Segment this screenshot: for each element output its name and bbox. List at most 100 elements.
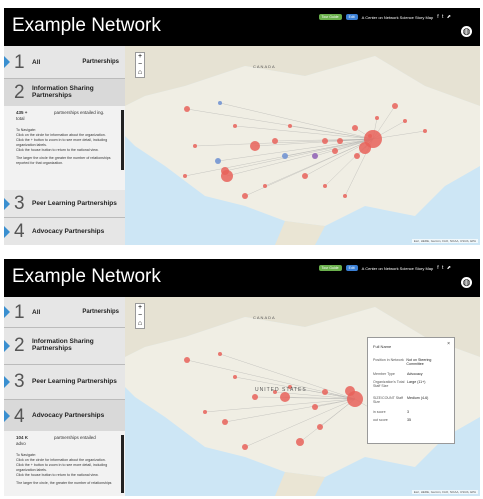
section-all[interactable]: 1 All Partnerships xyxy=(4,46,125,79)
section-advocacy[interactable]: 4 Advocacy Partnerships xyxy=(4,400,125,433)
section-number: 3 xyxy=(14,193,25,214)
section-number: 4 xyxy=(14,221,25,242)
network-node xyxy=(193,144,197,148)
popup-value: Medium (4-6) xyxy=(407,396,429,400)
section-label: Peer Learning Partnerships xyxy=(32,378,117,385)
tour-badge[interactable]: Tour Guide xyxy=(318,14,342,20)
section-label: Information Sharing Partnerships xyxy=(32,338,94,352)
section-label: All xyxy=(32,59,41,66)
arrow-icon xyxy=(4,376,10,388)
section-number: 2 xyxy=(14,335,25,356)
network-node xyxy=(184,106,190,112)
section-info-sharing[interactable]: 2 Information Sharing Partnerships xyxy=(4,328,125,365)
app-title: Example Network xyxy=(12,266,161,287)
network-node xyxy=(332,148,338,154)
social-icons[interactable]: f t ⬈ xyxy=(437,265,452,271)
network-map[interactable]: + − ⌂ CANADA Esri, HERE, Garmin, FAO, NO… xyxy=(125,46,480,245)
header-actions: Tour Guide Edit A Center on Network Scie… xyxy=(318,265,453,271)
section-label: All xyxy=(32,309,41,316)
close-icon[interactable]: × xyxy=(447,341,450,347)
network-node xyxy=(392,103,398,109)
navigate-help: To Navigate: Click on the circle for inf… xyxy=(16,453,116,486)
network-node xyxy=(221,170,233,182)
story-map-screenshot-2: Example Network Tour Guide Edit A Center… xyxy=(4,259,480,496)
section-all[interactable]: 1 All Partnerships xyxy=(4,297,125,328)
section-peer-learning[interactable]: 3 Peer Learning Partnerships xyxy=(4,365,125,400)
section-number: 3 xyxy=(14,371,25,392)
scrollbar[interactable] xyxy=(121,110,124,170)
navigate-line: Click the house button to return to the … xyxy=(16,473,99,478)
edit-button[interactable]: Edit xyxy=(345,265,358,271)
edit-button[interactable]: Edit xyxy=(345,14,358,20)
stat-unit: advo xyxy=(16,441,26,446)
network-node xyxy=(242,444,248,450)
network-node xyxy=(183,174,187,178)
home-icon[interactable]: ⌂ xyxy=(136,69,144,77)
stat-label: partnerships entailed xyxy=(54,435,96,440)
network-node xyxy=(352,125,358,131)
popup-value: Large (11+) xyxy=(407,380,426,384)
map-label-canada: CANADA xyxy=(253,64,276,69)
social-icons[interactable]: f t ⬈ xyxy=(437,14,452,20)
network-node xyxy=(215,158,221,164)
section-peer-learning[interactable]: 3 Peer Learning Partnerships xyxy=(4,190,125,218)
network-node xyxy=(252,394,258,400)
network-node xyxy=(322,138,328,144)
section-info-sharing[interactable]: 2 Information Sharing Partnerships xyxy=(4,79,125,107)
section-number: 2 xyxy=(14,82,25,103)
popup-value: Not on Steering Committee xyxy=(406,358,432,366)
zoom-in-button[interactable]: + xyxy=(136,304,144,312)
network-node xyxy=(302,173,308,179)
header: Example Network Tour Guide Edit A Center… xyxy=(4,259,480,297)
network-node xyxy=(312,153,318,159)
arrow-icon xyxy=(4,198,10,210)
navigate-help: To Navigate: Click on the circle for inf… xyxy=(16,128,116,166)
globe-icon[interactable]: ◍ xyxy=(461,26,472,37)
network-map[interactable]: + − ⌂ CANADA UNITED STATES Esri, HERE, G… xyxy=(125,297,480,496)
network-node xyxy=(403,119,407,123)
side-panel: 1 All Partnerships 2 Information Sharing… xyxy=(4,46,125,245)
arrow-icon xyxy=(4,306,10,318)
popup-title: Full Name xyxy=(373,344,392,349)
network-node xyxy=(345,386,355,396)
section-label-right: Partnerships xyxy=(82,59,119,65)
section-detail: 104 K advo partnerships entailed To Navi… xyxy=(4,431,125,496)
network-node xyxy=(272,138,278,144)
section-advocacy[interactable]: 4 Advocacy Partnerships xyxy=(4,218,125,245)
scrollbar[interactable] xyxy=(121,435,124,493)
navigate-line: The larger the circle, the greater the n… xyxy=(16,481,112,486)
active-arrow-icon xyxy=(4,56,10,68)
zoom-in-button[interactable]: + xyxy=(136,53,144,61)
zoom-controls: + − ⌂ xyxy=(135,52,145,78)
popup-key: Member Type xyxy=(373,372,395,376)
zoom-out-button[interactable]: − xyxy=(136,61,144,69)
section-label-right: Partnerships xyxy=(82,309,119,315)
popup-key: in score xyxy=(373,410,386,414)
network-node xyxy=(359,142,371,154)
section-label: Information Sharing Partnerships xyxy=(32,85,94,99)
network-node xyxy=(280,392,290,402)
tour-badge[interactable]: Tour Guide xyxy=(318,265,342,271)
network-node xyxy=(222,419,228,425)
popup-value: Advocacy xyxy=(407,372,423,376)
network-node xyxy=(323,184,327,188)
network-node xyxy=(282,153,288,159)
network-node xyxy=(322,389,328,395)
network-node xyxy=(184,357,190,363)
navigate-line: reported for that organization. xyxy=(16,161,64,166)
popup-value: 3 xyxy=(407,410,409,414)
popup-key: SIZE/COUNT Staff Size xyxy=(373,396,404,404)
story-map-screenshot-1: Example Network Tour Guide Edit A Center… xyxy=(4,8,480,245)
network-node xyxy=(375,116,379,120)
popup-row: Organization's Total Staff Size Large (11… xyxy=(373,380,449,388)
header-actions: Tour Guide Edit A Center on Network Scie… xyxy=(318,14,453,20)
header: Example Network Tour Guide Edit A Center… xyxy=(4,8,480,46)
popup-row: SIZE/COUNT Staff Size Medium (4-6) xyxy=(373,396,449,404)
home-icon[interactable]: ⌂ xyxy=(136,320,144,328)
zoom-out-button[interactable]: − xyxy=(136,312,144,320)
section-detail: 435 + total partnerships entailed ing. T… xyxy=(4,106,125,190)
network-node xyxy=(288,124,292,128)
popup-key: Organization's Total Staff Size xyxy=(373,380,405,388)
popup-key: out score xyxy=(373,418,388,422)
globe-icon[interactable]: ◍ xyxy=(461,277,472,288)
